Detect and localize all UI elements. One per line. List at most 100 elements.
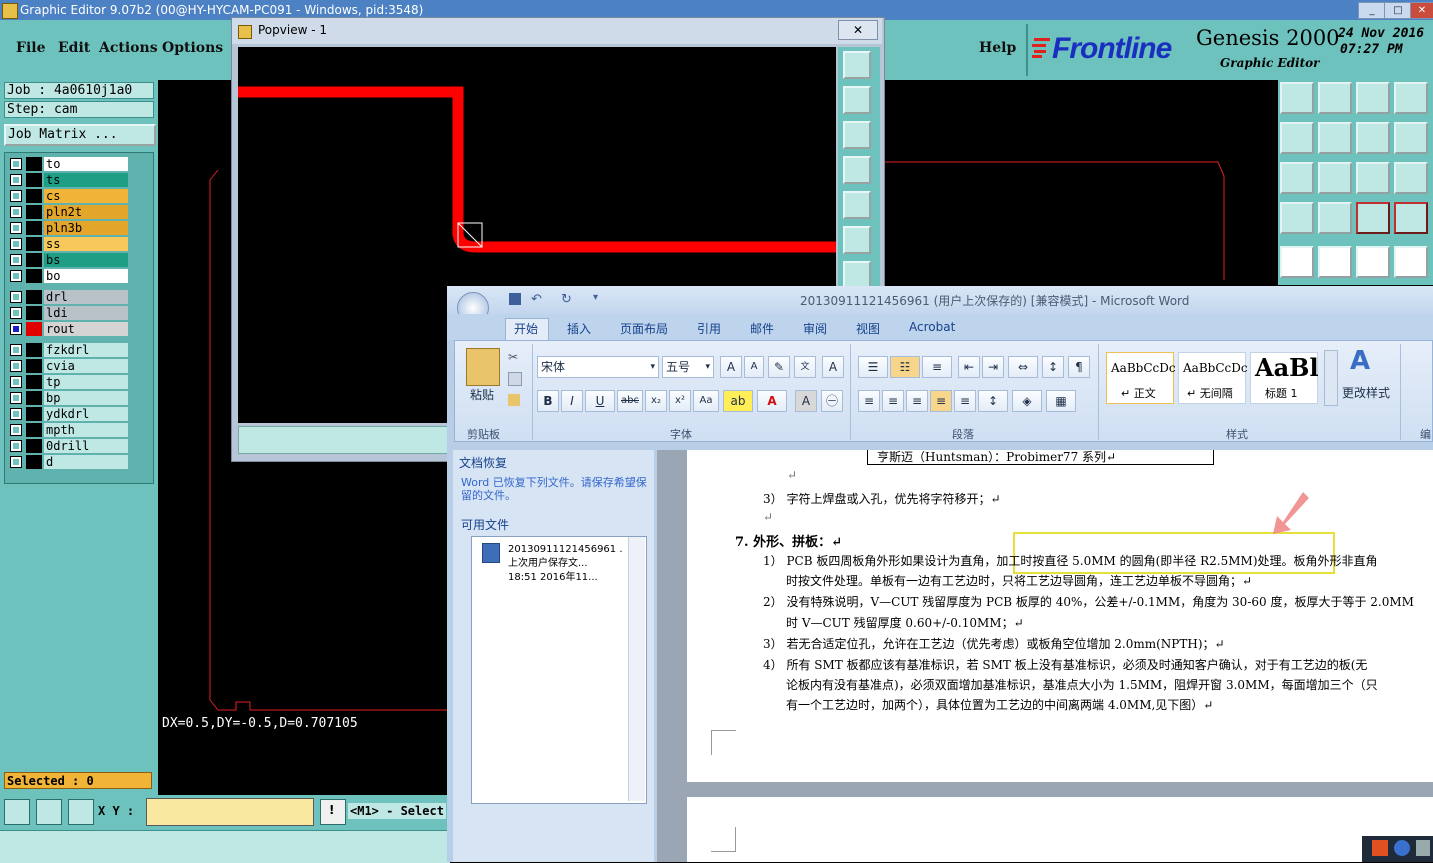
- layer-checkbox[interactable]: [10, 270, 22, 282]
- sort-icon[interactable]: ↕: [1042, 356, 1064, 378]
- ruler-icon[interactable]: [1280, 202, 1314, 234]
- select-icon[interactable]: [1280, 246, 1314, 278]
- grow-font-icon[interactable]: A: [720, 356, 742, 378]
- pv-up-icon[interactable]: [843, 86, 871, 114]
- copy-icon[interactable]: [508, 372, 522, 386]
- style-normal[interactable]: AaBbCcDc ↵ 正文: [1106, 352, 1176, 404]
- measure-icon[interactable]: [36, 799, 62, 825]
- layer-row[interactable]: d: [8, 455, 128, 469]
- increase-indent-icon[interactable]: ⇥: [982, 356, 1004, 378]
- tab-mailings[interactable]: 邮件: [750, 320, 774, 337]
- layer-checkbox[interactable]: [10, 392, 22, 404]
- tab-view[interactable]: 视图: [856, 320, 880, 337]
- align-right-icon[interactable]: ≡: [906, 390, 928, 412]
- distribute-icon[interactable]: ≡: [954, 390, 976, 412]
- layer-row[interactable]: rout: [8, 322, 128, 336]
- layer-row[interactable]: bo: [8, 269, 128, 283]
- alert-icon[interactable]: !: [320, 799, 346, 825]
- change-styles-icon[interactable]: A: [1350, 346, 1370, 376]
- pan-right-icon[interactable]: [1318, 122, 1352, 154]
- char-scaling-icon[interactable]: ⇔: [1008, 356, 1038, 378]
- menu-file[interactable]: File: [16, 40, 45, 56]
- document-page-2[interactable]: [687, 797, 1433, 862]
- layer-checkbox[interactable]: [10, 323, 22, 335]
- underline-icon[interactable]: U: [585, 390, 615, 412]
- highlight-icon[interactable]: ab: [723, 390, 753, 412]
- font-size-select[interactable]: 五号 ▾: [662, 356, 714, 378]
- layer-checkbox[interactable]: [10, 440, 22, 452]
- layer-row[interactable]: ldi: [8, 306, 128, 320]
- align-center-icon[interactable]: ≡: [882, 390, 904, 412]
- decrease-indent-icon[interactable]: ⇤: [958, 356, 980, 378]
- bullets-icon[interactable]: ☰: [858, 356, 888, 378]
- minimize-button[interactable]: _: [1358, 2, 1386, 19]
- change-styles-label[interactable]: 更改样式: [1342, 384, 1390, 401]
- barcode-icon[interactable]: [1356, 246, 1390, 278]
- layer-row[interactable]: pln3b: [8, 221, 128, 235]
- layer-row[interactable]: ydkdrl: [8, 407, 128, 421]
- undo-word-icon[interactable]: ↶: [531, 292, 542, 307]
- job-matrix-button[interactable]: Job Matrix ...: [4, 124, 156, 146]
- filter2-icon[interactable]: [1394, 202, 1428, 234]
- layer-checkbox[interactable]: [10, 307, 22, 319]
- tab-references[interactable]: 引用: [697, 320, 721, 337]
- change-case-icon[interactable]: Aa: [693, 390, 719, 412]
- scale-icon[interactable]: [1356, 162, 1390, 194]
- window-icon[interactable]: [1394, 82, 1428, 114]
- style-heading1[interactable]: AaBl 标题 1: [1250, 352, 1319, 404]
- layer-row[interactable]: cvia: [8, 359, 128, 373]
- menu-actions[interactable]: Actions: [99, 40, 158, 56]
- tab-review[interactable]: 审阅: [803, 320, 827, 337]
- pv-fit-icon[interactable]: [843, 226, 871, 254]
- tray-misc-icon[interactable]: [1416, 840, 1430, 856]
- pv-left-icon[interactable]: [843, 156, 871, 184]
- center-icon[interactable]: [1318, 162, 1352, 194]
- layer-row[interactable]: tp: [8, 375, 128, 389]
- maximize-button[interactable]: □: [1384, 2, 1412, 19]
- layer-row[interactable]: bs: [8, 253, 128, 267]
- paste-icon[interactable]: [466, 348, 500, 386]
- layer-row[interactable]: 0drill: [8, 439, 128, 453]
- layer-checkbox[interactable]: [10, 174, 22, 186]
- format-painter-icon[interactable]: [508, 394, 520, 406]
- xy-input[interactable]: [146, 798, 314, 826]
- subscript-icon[interactable]: x₂: [645, 390, 667, 412]
- pv-center-icon[interactable]: [843, 261, 871, 289]
- superscript-icon[interactable]: x²: [669, 390, 691, 412]
- redo-word-icon[interactable]: ↻: [561, 292, 572, 307]
- strikethrough-icon[interactable]: abc: [617, 390, 643, 412]
- paste-label[interactable]: 粘贴: [470, 386, 494, 403]
- phonetic-icon[interactable]: 文: [794, 356, 816, 378]
- layer-checkbox[interactable]: [10, 408, 22, 420]
- line-spacing-icon[interactable]: ↕: [978, 390, 1008, 412]
- font-name-select[interactable]: 宋体 ▾: [537, 356, 659, 378]
- font-color-icon[interactable]: A: [757, 390, 787, 412]
- qat-dropdown-icon[interactable]: ▾: [593, 292, 598, 303]
- align-left-icon[interactable]: ≡: [858, 390, 880, 412]
- italic-icon[interactable]: I: [561, 390, 583, 412]
- recovered-file-item[interactable]: 20130911121456961 . 上次用户保存文... 18:51 201…: [508, 543, 623, 585]
- layer-checkbox[interactable]: [10, 206, 22, 218]
- home-icon[interactable]: [1356, 82, 1390, 114]
- clear-format-icon[interactable]: ✎: [768, 356, 790, 378]
- layer-checkbox[interactable]: [10, 456, 22, 468]
- style-no-spacing[interactable]: AaBbCcDc ↵ 无间隔: [1178, 352, 1248, 404]
- layer-checkbox[interactable]: [10, 376, 22, 388]
- tab-insert[interactable]: 插入: [567, 320, 591, 337]
- pv-right-icon[interactable]: [843, 191, 871, 219]
- filter-icon[interactable]: [1356, 202, 1390, 234]
- pan-left-icon[interactable]: [1280, 122, 1314, 154]
- record-icon[interactable]: [1394, 246, 1428, 278]
- zoom-out-icon[interactable]: [1318, 82, 1352, 114]
- layer-checkbox[interactable]: [10, 158, 22, 170]
- pv-zoom-icon[interactable]: [843, 51, 871, 79]
- layer-checkbox[interactable]: [10, 238, 22, 250]
- layer-checkbox[interactable]: [10, 190, 22, 202]
- redraw-icon[interactable]: [1356, 122, 1390, 154]
- tab-acrobat[interactable]: Acrobat: [909, 320, 955, 334]
- layer-row[interactable]: to: [8, 157, 128, 171]
- menu-options[interactable]: Options: [162, 40, 223, 56]
- layer-checkbox[interactable]: [10, 222, 22, 234]
- menu-edit[interactable]: Edit: [58, 40, 90, 56]
- grid-icon[interactable]: [68, 799, 94, 825]
